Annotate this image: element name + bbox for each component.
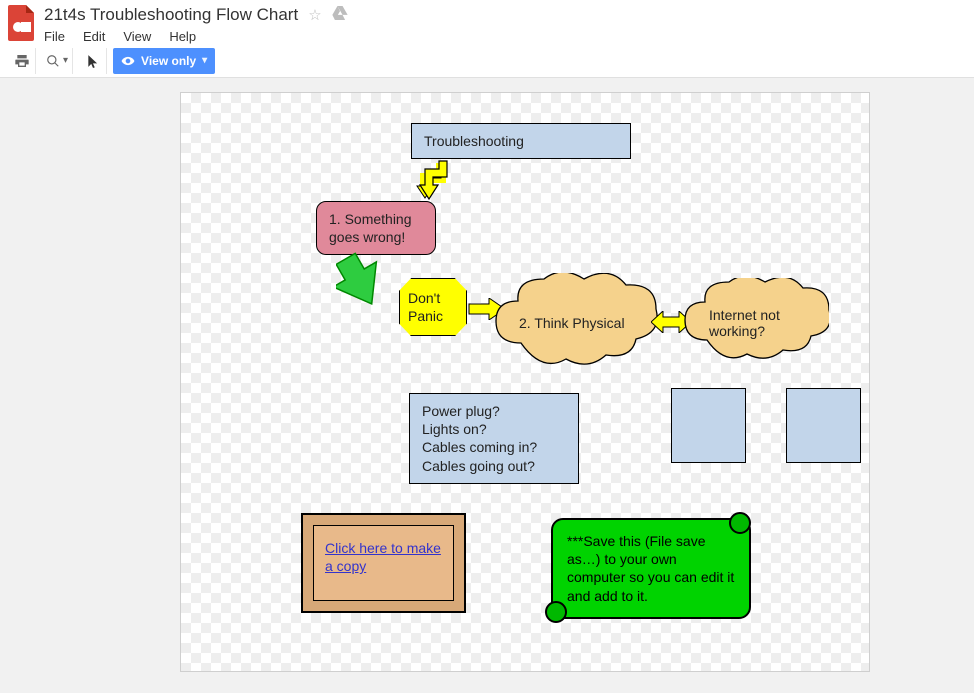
node-step-1[interactable]: 1. Something goes wrong! (316, 201, 436, 255)
zoom-button[interactable]: ▾ (42, 48, 73, 74)
node-dont-panic[interactable]: Don't Panic (399, 278, 467, 336)
node-step-2-label: 2. Think Physical (519, 315, 625, 331)
menu-bar: File Edit View Help (44, 29, 348, 44)
stage: Troubleshooting 1. Something goes wrong!… (0, 78, 974, 688)
doc-title[interactable]: 21t4s Troubleshooting Flow Chart (44, 5, 298, 25)
node-step-2[interactable]: 2. Think Physical (491, 273, 661, 373)
node-checklist[interactable]: Power plug? Lights on? Cables coming in?… (409, 393, 579, 484)
toolbar: ▾ View only ▾ (0, 44, 974, 78)
star-icon[interactable]: ☆ (308, 6, 321, 24)
node-save-note[interactable]: ***Save this (File save as…) to your own… (551, 518, 751, 619)
drawings-doc-icon (8, 5, 36, 41)
menu-help[interactable]: Help (169, 29, 196, 44)
node-troubleshooting[interactable]: Troubleshooting (411, 123, 631, 159)
menu-file[interactable]: File (44, 29, 65, 44)
node-internet-label: Internet not working? (709, 307, 829, 339)
arrow-icon (417, 159, 451, 203)
caret-down-icon: ▾ (63, 55, 68, 66)
node-empty-box-2[interactable] (786, 388, 861, 463)
drawing-canvas[interactable]: Troubleshooting 1. Something goes wrong!… (180, 92, 870, 672)
eye-icon (121, 54, 135, 68)
view-only-label: View only (141, 54, 196, 68)
select-tool-button[interactable] (79, 48, 107, 74)
menu-view[interactable]: View (123, 29, 151, 44)
menu-edit[interactable]: Edit (83, 29, 105, 44)
titlebar: 21t4s Troubleshooting Flow Chart ☆ File … (0, 0, 974, 44)
print-button[interactable] (8, 48, 36, 74)
make-a-copy-link[interactable]: Click here to make a copy (325, 540, 441, 574)
caret-down-icon: ▾ (202, 55, 207, 66)
view-only-button[interactable]: View only ▾ (113, 48, 215, 74)
node-empty-box-1[interactable] (671, 388, 746, 463)
node-copy-plaque[interactable]: Click here to make a copy (301, 513, 466, 613)
arrow-icon (336, 251, 406, 306)
node-internet[interactable]: Internet not working? (679, 278, 829, 368)
move-to-drive-icon[interactable] (332, 6, 348, 24)
